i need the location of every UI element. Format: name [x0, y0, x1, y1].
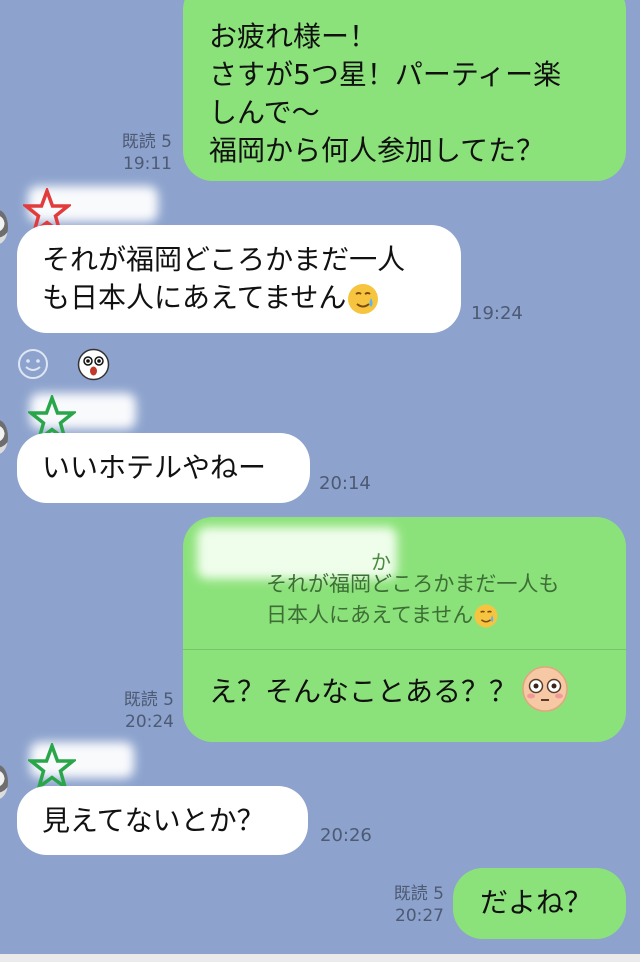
read-receipt: 既読 5 20:27: [374, 883, 444, 927]
message-bubble-outgoing[interactable]: お疲れ様ー！ さすが5つ星！パーティー楽 しんで〜 福岡から何人参加してた？: [183, 0, 626, 181]
message-time: 19:24: [471, 303, 523, 324]
message-bubble-incoming[interactable]: 見えてないとか？: [17, 786, 308, 855]
message-bubble-outgoing[interactable]: だよね？: [453, 868, 626, 939]
add-reaction-icon[interactable]: [16, 347, 50, 381]
message-bubble-incoming[interactable]: いいホテルやねー: [17, 433, 310, 503]
quoted-line: それが福岡どころかまだ一人も: [266, 572, 560, 596]
message-line: 見えてないとか？: [42, 804, 265, 837]
crying-smile-emoji-icon: [348, 284, 379, 314]
avatar[interactable]: [0, 420, 8, 454]
star-mark-icon: [28, 743, 76, 791]
avatar[interactable]: [0, 210, 8, 244]
message-time: 19:11: [123, 154, 172, 174]
message-line: さすが5つ星！パーティー楽: [209, 58, 562, 91]
message-line: だよね？: [480, 886, 593, 919]
message-time: 20:14: [319, 473, 371, 494]
quoted-message[interactable]: それが福岡どころかまだ一人も 日本人にあえてません: [266, 569, 559, 631]
surprised-reaction-icon[interactable]: [77, 348, 110, 381]
message-line: え？そんなことある？？: [209, 666, 569, 713]
crying-smile-emoji-icon: [474, 604, 498, 628]
message-bubble-incoming[interactable]: それが福岡どころかまだ一人 も日本人にあえてません: [17, 225, 461, 333]
message-time: 20:27: [395, 906, 444, 926]
message-line: いいホテルやねー: [42, 451, 267, 484]
read-receipt: 既読 5 20:24: [104, 689, 174, 733]
read-label: 既読 5: [123, 690, 174, 710]
read-receipt: 既読 5 19:11: [104, 131, 172, 175]
message-line: しんで〜: [209, 96, 320, 129]
reply-divider: [183, 649, 626, 650]
message-line: 福岡から何人参加してた？: [209, 134, 545, 167]
flushed-face-emoji-icon: [522, 666, 568, 712]
message-line: も日本人にあえてません: [42, 279, 461, 317]
reply-message-bubble[interactable]: か それが福岡どころかまだ一人も 日本人にあえてません え？そんなことある？？: [183, 517, 626, 742]
input-bar-edge: [0, 954, 640, 962]
message-time: 20:24: [125, 712, 174, 732]
quoted-line: 日本人にあえてません: [266, 600, 559, 631]
message-time: 20:26: [320, 825, 372, 846]
avatar[interactable]: [0, 765, 8, 799]
read-label: 既読 5: [121, 132, 172, 152]
message-line: それが福岡どころかまだ一人: [42, 243, 406, 276]
read-label: 既読 5: [393, 884, 444, 904]
message-line: お疲れ様ー！: [209, 20, 378, 53]
